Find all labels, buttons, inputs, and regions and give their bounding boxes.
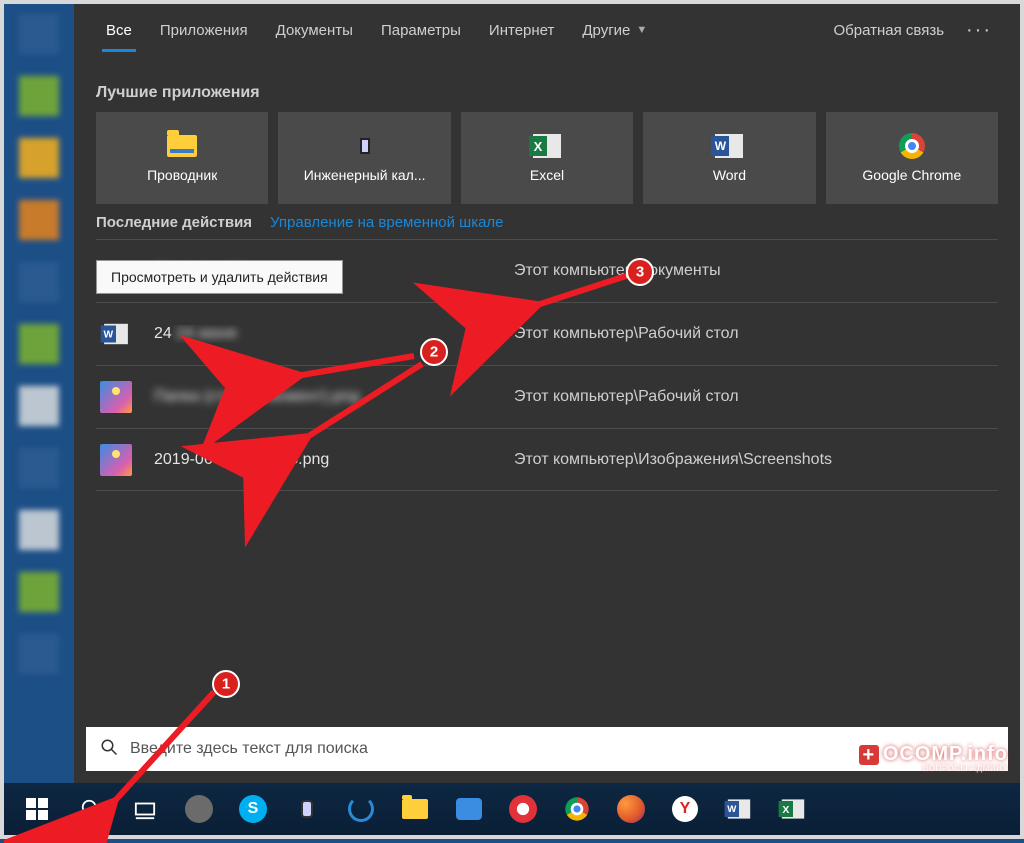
taskbar-word[interactable] [714,786,764,832]
tile-chrome[interactable]: Google Chrome [826,112,998,204]
search-icon [100,738,118,761]
tile-label: Инженерный кал... [304,167,426,183]
opera-icon [509,795,537,823]
search-tabs: Все Приложения Документы Параметры Интер… [74,4,1020,56]
tile-label: Excel [530,167,564,183]
taskbar-store[interactable] [444,786,494,832]
tile-excel[interactable]: Excel [461,112,633,204]
tile-explorer[interactable]: Проводник [96,112,268,204]
calculator-icon [348,133,382,159]
taskbar-notepad[interactable] [282,786,332,832]
photo-icon [96,381,136,413]
recent-activities-label: Последние действия [96,214,252,231]
chevron-down-icon: ▼ [636,24,647,36]
windows-search-panel: Все Приложения Документы Параметры Интер… [74,4,1020,783]
taskbar-edge[interactable] [336,786,386,832]
task-view-button[interactable] [120,786,170,832]
start-button[interactable] [12,786,62,832]
recent-header: Последние действия Управление на временн… [74,204,1020,239]
search-placeholder: Введите здесь текст для поиска [130,740,368,758]
firefox-icon [617,795,645,823]
photo-icon [96,444,136,476]
tab-internet[interactable]: Интернет [475,4,568,56]
notepad-icon [301,800,313,818]
taskbar-explorer[interactable] [390,786,440,832]
taskbar: S Y [4,783,1020,835]
excel-icon [530,133,564,159]
task-view-icon [134,798,156,820]
tab-settings[interactable]: Параметры [367,4,475,56]
word-icon [725,795,753,823]
best-apps-heading: Лучшие приложения [74,56,1020,112]
taskbar-chrome[interactable] [552,786,602,832]
recent-item-name: 2424 июня [154,325,514,343]
tab-more[interactable]: Другие ▼ [568,4,661,56]
tab-more-label: Другие [582,22,630,39]
tab-apps[interactable]: Приложения [146,4,262,56]
edge-icon [348,796,374,822]
search-icon [80,798,102,820]
tile-label: Google Chrome [862,167,961,183]
recent-item-path: Этот компьютер\Документы [514,262,998,280]
recent-item[interactable]: 2019-06-29_125935.png Этот компьютер\Изо… [96,428,998,491]
taskbar-app[interactable] [174,786,224,832]
recent-item[interactable]: 2424 июня Этот компьютер\Рабочий стол [96,302,998,365]
recent-item-path: Этот компьютер\Рабочий стол [514,325,998,343]
app-icon [185,795,213,823]
taskbar-firefox[interactable] [606,786,656,832]
word-icon [712,133,746,159]
chrome-icon [563,795,591,823]
recent-item-name: Папка (старый момент).png [154,388,514,406]
yandex-icon: Y [672,796,698,822]
tile-word[interactable]: Word [643,112,815,204]
taskbar-search-button[interactable] [66,786,116,832]
best-apps-tiles: Проводник Инженерный кал... Excel Word G… [74,112,1020,204]
timeline-manage-link[interactable]: Управление на временной шкале [270,214,503,231]
watermark: +OCOMP.info ВОПРОСЫ АДМИНУ [859,744,1008,773]
recent-item-path: Этот компьютер\Рабочий стол [514,388,998,406]
taskbar-opera[interactable] [498,786,548,832]
tooltip-view-delete-actions: Просмотреть и удалить действия [96,260,343,294]
explorer-icon [165,133,199,159]
watermark-text: OCOMP.info [883,743,1008,765]
recent-item-path: Этот компьютер\Изображения\Screenshots [514,451,998,469]
chrome-icon [895,133,929,159]
tile-calculator[interactable]: Инженерный кал... [278,112,450,204]
store-icon [456,798,482,820]
tab-all[interactable]: Все [92,4,146,56]
excel-icon [779,795,807,823]
recent-item-name: 2019-06-29_125935.png [154,451,514,469]
desktop-icons-column [14,14,64,775]
tile-label: Проводник [147,167,217,183]
explorer-icon [402,799,428,819]
taskbar-skype[interactable]: S [228,786,278,832]
watermark-subtext: ВОПРОСЫ АДМИНУ [859,765,1008,773]
taskbar-yandex[interactable]: Y [660,786,710,832]
feedback-link[interactable]: Обратная связь [822,22,957,39]
windows-logo-icon [26,798,48,820]
word-icon [96,322,136,346]
tile-label: Word [713,167,746,183]
tab-documents[interactable]: Документы [262,4,367,56]
more-options-button[interactable]: ··· [956,19,1002,42]
skype-icon: S [239,795,267,823]
taskbar-excel[interactable] [768,786,818,832]
recent-item[interactable]: Папка (старый момент).png Этот компьютер… [96,365,998,428]
